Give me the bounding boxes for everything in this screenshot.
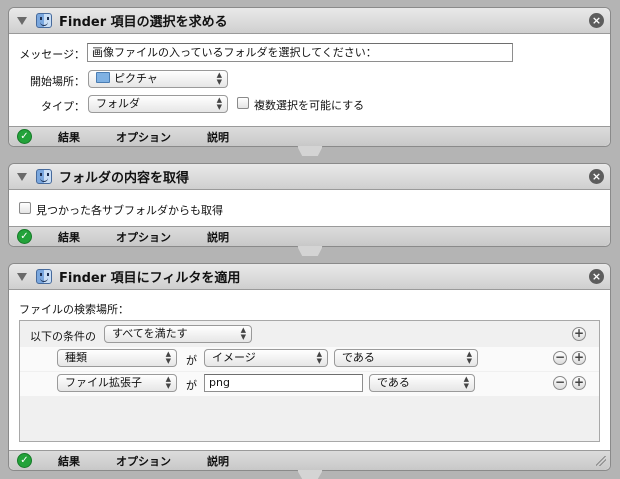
disclosure-triangle-icon[interactable] xyxy=(17,172,27,181)
action-footer: ✓ 結果 オプション 説明 xyxy=(9,226,610,246)
attribute-value: ファイル拡張子 xyxy=(65,376,142,389)
description-tab[interactable]: 説明 xyxy=(207,229,229,245)
finder-icon xyxy=(36,169,52,184)
message-label: メッセージ： xyxy=(19,48,85,61)
operator-popup[interactable]: である ▲ ▼ xyxy=(369,374,475,392)
criteria-row: ファイル拡張子 ▲ ▼ が png である ▲ ▼ − + xyxy=(20,372,599,396)
add-condition-icon[interactable]: + xyxy=(572,327,586,341)
action-header[interactable]: Finder 項目の選択を求める × xyxy=(9,8,610,34)
status-ok-icon: ✓ xyxy=(17,453,32,468)
start-location-value: ピクチャ xyxy=(114,72,158,85)
subfolders-label: 見つかった各サブフォルダからも取得 xyxy=(36,204,223,217)
multi-select-checkbox[interactable] xyxy=(237,97,249,109)
description-tab[interactable]: 説明 xyxy=(207,453,229,469)
finder-icon xyxy=(36,13,52,28)
extension-field[interactable]: png xyxy=(204,374,363,392)
options-tab[interactable]: オプション xyxy=(116,453,171,469)
status-ok-icon: ✓ xyxy=(17,129,32,144)
action-title: Finder 項目の選択を求める xyxy=(59,15,228,30)
action-title: フォルダの内容を取得 xyxy=(59,171,190,186)
action-body: ファイルの検索場所： 以下の条件の すべてを満たす ▲ ▼ + 種類 ▲ ▼ が イ xyxy=(9,290,610,450)
type-label: タイプ： xyxy=(41,100,85,113)
action-connector xyxy=(297,470,323,479)
popup-arrows-icon: ▲ ▼ xyxy=(216,96,222,111)
action-body: 見つかった各サブフォルダからも取得 xyxy=(9,190,610,226)
description-tab[interactable]: 説明 xyxy=(207,129,229,145)
popup-arrows-icon: ▲ ▼ xyxy=(240,326,246,341)
results-tab[interactable]: 結果 xyxy=(58,129,80,145)
criteria-box: 以下の条件の すべてを満たす ▲ ▼ + 種類 ▲ ▼ が イメージ ▲ ▼ で… xyxy=(19,320,600,442)
folder-icon xyxy=(96,72,110,83)
popup-arrows-icon: ▲ ▼ xyxy=(466,350,472,365)
type-popup[interactable]: フォルダ ▲ ▼ xyxy=(88,95,228,113)
particle-text: が xyxy=(186,354,197,367)
action-footer: ✓ 結果 オプション 説明 xyxy=(9,450,610,470)
match-value: すべてを満たす xyxy=(112,327,188,340)
remove-condition-icon[interactable]: − xyxy=(553,351,567,365)
close-icon[interactable]: × xyxy=(589,269,604,284)
finder-icon xyxy=(36,269,52,284)
action-ask-finder-items: Finder 項目の選択を求める × メッセージ： 画像ファイルの入っているフォ… xyxy=(8,7,611,147)
type-value: フォルダ xyxy=(96,97,140,110)
close-icon[interactable]: × xyxy=(589,13,604,28)
add-condition-icon[interactable]: + xyxy=(572,376,586,390)
popup-arrows-icon: ▲ ▼ xyxy=(316,350,322,365)
close-icon[interactable]: × xyxy=(589,169,604,184)
popup-arrows-icon: ▲ ▼ xyxy=(463,375,469,390)
condition-prefix: 以下の条件の xyxy=(30,330,96,343)
operator-text: である xyxy=(377,376,410,389)
options-tab[interactable]: オプション xyxy=(116,129,171,145)
action-footer: ✓ 結果 オプション 説明 xyxy=(9,126,610,146)
subfolders-checkbox[interactable] xyxy=(19,202,31,214)
disclosure-triangle-icon[interactable] xyxy=(17,272,27,281)
status-ok-icon: ✓ xyxy=(17,229,32,244)
start-location-popup[interactable]: ピクチャ ▲ ▼ xyxy=(88,70,228,88)
action-get-folder-contents: フォルダの内容を取得 × 見つかった各サブフォルダからも取得 ✓ 結果 オプショ… xyxy=(8,163,611,247)
action-filter-finder-items: Finder 項目にフィルタを適用 × ファイルの検索場所： 以下の条件の すべ… xyxy=(8,263,611,471)
action-connector xyxy=(297,246,323,256)
attribute-popup[interactable]: 種類 ▲ ▼ xyxy=(57,349,177,367)
action-header[interactable]: フォルダの内容を取得 × xyxy=(9,164,610,190)
remove-condition-icon[interactable]: − xyxy=(553,376,567,390)
match-row: 以下の条件の すべてを満たす ▲ ▼ + xyxy=(20,323,599,347)
particle-text: が xyxy=(186,379,197,392)
attribute-value: 種類 xyxy=(65,351,87,364)
criteria-row: 種類 ▲ ▼ が イメージ ▲ ▼ である ▲ ▼ − + xyxy=(20,347,599,371)
results-tab[interactable]: 結果 xyxy=(58,453,80,469)
action-body: メッセージ： 画像ファイルの入っているフォルダを選択してください： 開始場所： … xyxy=(9,34,610,126)
resize-grip-icon[interactable] xyxy=(596,456,606,466)
value-text: イメージ xyxy=(212,351,256,364)
popup-arrows-icon: ▲ ▼ xyxy=(216,71,222,86)
start-location-label: 開始場所： xyxy=(30,75,85,88)
disclosure-triangle-icon[interactable] xyxy=(17,16,27,25)
operator-popup[interactable]: である ▲ ▼ xyxy=(334,349,478,367)
search-location-label: ファイルの検索場所： xyxy=(19,303,129,316)
message-field[interactable]: 画像ファイルの入っているフォルダを選択してください： xyxy=(87,43,513,62)
action-connector xyxy=(297,146,323,156)
results-tab[interactable]: 結果 xyxy=(58,229,80,245)
action-title: Finder 項目にフィルタを適用 xyxy=(59,271,241,286)
popup-arrows-icon: ▲ ▼ xyxy=(165,350,171,365)
operator-text: である xyxy=(342,351,375,364)
action-header[interactable]: Finder 項目にフィルタを適用 × xyxy=(9,264,610,290)
popup-arrows-icon: ▲ ▼ xyxy=(165,375,171,390)
multi-select-label: 複数選択を可能にする xyxy=(254,99,365,112)
attribute-popup[interactable]: ファイル拡張子 ▲ ▼ xyxy=(57,374,177,392)
options-tab[interactable]: オプション xyxy=(116,229,171,245)
match-popup[interactable]: すべてを満たす ▲ ▼ xyxy=(104,325,252,343)
value-popup[interactable]: イメージ ▲ ▼ xyxy=(204,349,328,367)
add-condition-icon[interactable]: + xyxy=(572,351,586,365)
